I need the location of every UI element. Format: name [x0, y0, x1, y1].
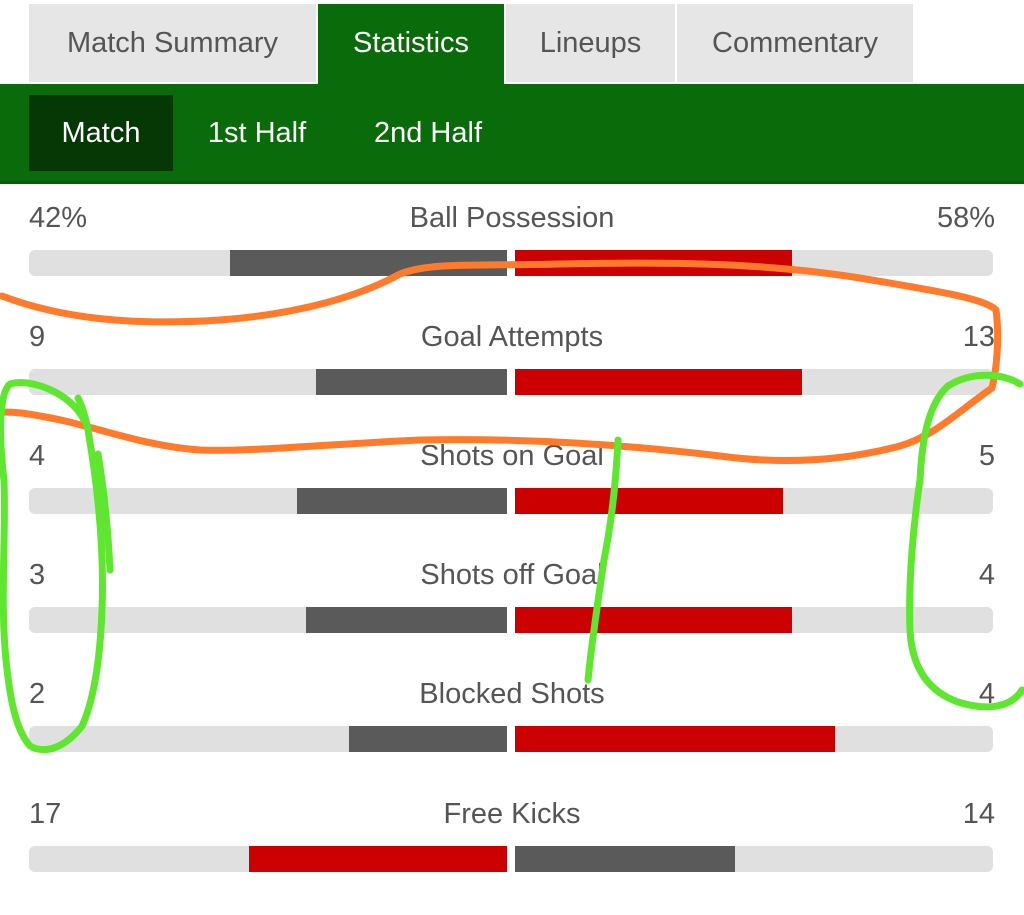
home-bar-track	[29, 607, 507, 633]
away-bar-track	[515, 250, 993, 276]
stat-row-goal-attempts: 9 Goal Attempts 13	[0, 319, 1024, 438]
away-value: 13	[962, 321, 995, 353]
away-bar-track	[515, 726, 993, 752]
stat-label: Free Kicks	[443, 798, 581, 830]
away-bar-fill	[515, 250, 793, 276]
tab-statistics[interactable]: Statistics	[318, 4, 504, 84]
away-bar-track	[515, 846, 993, 872]
home-bar-track	[29, 846, 507, 872]
stat-row-shots-on-goal: 4 Shots on Goal 5	[0, 438, 1024, 557]
home-bar-fill	[349, 726, 507, 752]
subtab-2nd-half[interactable]: 2nd Half	[350, 95, 506, 171]
away-bar-track	[515, 369, 993, 395]
away-bar-fill	[515, 488, 783, 514]
away-value: 5	[978, 440, 995, 472]
home-bar-track	[29, 488, 507, 514]
home-bar-track	[29, 369, 507, 395]
stat-label: Goal Attempts	[420, 321, 604, 353]
stat-row-blocked-shots: 2 Blocked Shots 4	[0, 676, 1024, 795]
away-value: 4	[978, 678, 995, 710]
away-bar-fill	[515, 369, 802, 395]
away-bar-fill	[515, 846, 735, 872]
home-bar-fill	[229, 250, 507, 276]
home-bar-track	[29, 726, 507, 752]
tab-match-summary[interactable]: Match Summary	[29, 4, 316, 82]
tab-commentary[interactable]: Commentary	[677, 4, 913, 82]
away-value: 14	[962, 798, 995, 830]
subtab-1st-half[interactable]: 1st Half	[183, 95, 331, 171]
home-bar-track	[29, 250, 507, 276]
stat-row-ball-possession: 42% Ball Possession 58%	[0, 200, 1024, 319]
tab-lineups[interactable]: Lineups	[506, 4, 675, 82]
top-tab-bar: Match Summary Statistics Lineups Comment…	[0, 0, 1024, 84]
subtab-match[interactable]: Match	[29, 95, 173, 171]
away-bar-fill	[515, 726, 836, 752]
home-bar-fill	[296, 488, 507, 514]
away-value: 58%	[936, 202, 995, 234]
stat-label: Blocked Shots	[419, 678, 605, 710]
home-bar-fill	[306, 607, 507, 633]
away-value: 4	[978, 559, 995, 591]
stat-label: Shots off Goal	[420, 559, 604, 591]
stat-label: Shots on Goal	[420, 440, 604, 472]
period-tab-bar: Match 1st Half 2nd Half	[0, 84, 1024, 184]
stat-label: Ball Possession	[409, 202, 615, 234]
away-bar-track	[515, 607, 993, 633]
away-bar-track	[515, 488, 993, 514]
away-bar-fill	[515, 607, 793, 633]
stat-row-free-kicks: 17 Free Kicks 14	[0, 796, 1024, 915]
subbar-divider	[0, 181, 1024, 184]
home-bar-fill	[248, 846, 507, 872]
stat-row-shots-off-goal: 3 Shots off Goal 4	[0, 557, 1024, 676]
home-bar-fill	[315, 369, 507, 395]
